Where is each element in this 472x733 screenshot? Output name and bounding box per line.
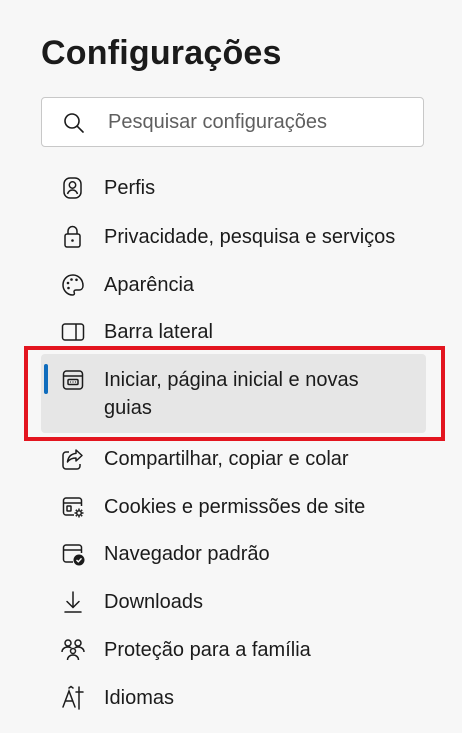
sidebar-item-label: Iniciar, página inicial e novas guias (104, 369, 359, 419)
family-icon (59, 636, 87, 664)
sidebar-item-label: Perfis (104, 177, 156, 199)
sidebar-item-label: Navegador padrão (104, 543, 270, 565)
sidebar-item-familia[interactable]: Proteção para a família (41, 632, 426, 668)
sidebar-icon (59, 318, 87, 346)
sidebar-item-label: Idiomas (104, 687, 175, 709)
settings-nav: Perfis Privacidade, pesquisa e serviços (0, 0, 462, 733)
profile-icon (59, 174, 87, 202)
sidebar-item-label: Barra lateral (104, 321, 213, 343)
sidebar-item-perfis[interactable]: Perfis (41, 170, 426, 206)
site-permissions-icon (59, 493, 87, 521)
selected-indicator (44, 364, 48, 394)
home-page-icon (59, 366, 87, 394)
palette-icon (59, 271, 87, 299)
sidebar-item-idiomas[interactable]: Idiomas (41, 680, 426, 716)
lock-icon (59, 223, 87, 251)
content-area-edge (462, 0, 472, 733)
sidebar-item-label: Cookies e permissões de site (104, 496, 366, 518)
sidebar-item-barra-lateral[interactable]: Barra lateral (41, 314, 426, 350)
sidebar-item-downloads[interactable]: Downloads (41, 584, 426, 620)
sidebar-item-aparencia[interactable]: Aparência (41, 267, 426, 303)
sidebar-item-navegador[interactable]: Navegador padrão (41, 536, 426, 572)
download-icon (59, 588, 87, 616)
sidebar-item-cookies[interactable]: Cookies e permissões de site (41, 489, 426, 525)
sidebar-item-label: Privacidade, pesquisa e serviços (104, 226, 396, 248)
default-browser-icon (59, 540, 87, 568)
share-icon (59, 445, 87, 473)
sidebar-item-privacidade[interactable]: Privacidade, pesquisa e serviços (41, 219, 426, 255)
settings-sidebar: Configurações Perfis (0, 0, 462, 733)
languages-icon (59, 684, 87, 712)
sidebar-item-label: Proteção para a família (104, 639, 311, 661)
sidebar-item-label: Compartilhar, copiar e colar (104, 448, 349, 470)
sidebar-item-iniciar[interactable]: Iniciar, página inicial e novas guias (41, 354, 426, 433)
sidebar-item-label: Downloads (104, 591, 203, 613)
sidebar-item-label: Aparência (104, 274, 195, 296)
sidebar-item-compartilhar[interactable]: Compartilhar, copiar e colar (41, 441, 426, 477)
